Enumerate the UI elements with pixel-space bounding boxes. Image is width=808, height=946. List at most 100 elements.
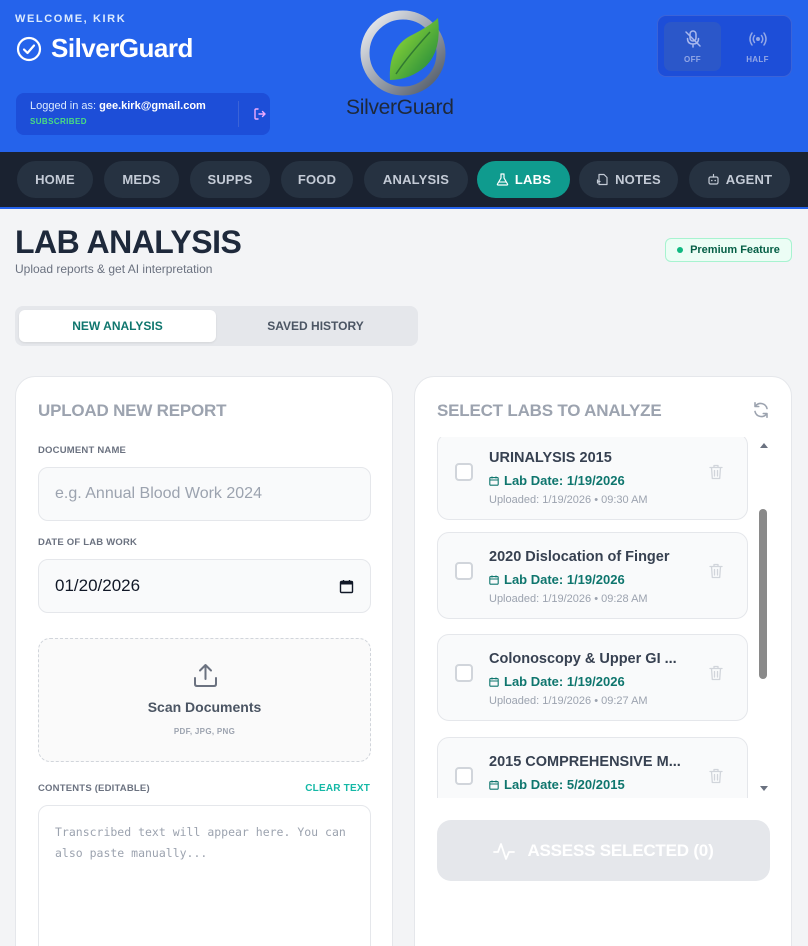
lab-checkbox[interactable] (455, 562, 473, 580)
bot-icon (708, 173, 719, 185)
list-item[interactable]: 2015 COMPREHENSIVE M... Lab Date: 5/20/2… (437, 737, 748, 798)
scrollbar-thumb[interactable] (759, 509, 767, 679)
upload-card: UPLOAD NEW REPORT DOCUMENT NAME e.g. Ann… (15, 376, 393, 946)
nav-analysis[interactable]: ANALYSIS (364, 161, 468, 198)
logout-icon[interactable] (253, 107, 267, 121)
nav-food[interactable]: FOOD (281, 161, 353, 198)
nav-labs-label: LABS (514, 172, 552, 187)
lab-date: Lab Date: 1/19/2026 (489, 473, 625, 488)
trash-icon[interactable] (709, 665, 723, 681)
list-item[interactable]: URINALYSIS 2015 Lab Date: 1/19/2026 Uplo… (437, 437, 748, 520)
mic-off-icon (684, 30, 701, 48)
trash-icon[interactable] (709, 768, 723, 784)
mode-off-label: OFF (684, 55, 701, 64)
lab-title: URINALYSIS 2015 (489, 450, 612, 466)
contents-label: CONTENTS (EDITABLE) (38, 783, 150, 794)
lab-uploaded: Uploaded: 1/19/2026 • 09:27 AM (489, 695, 648, 707)
list-item[interactable]: 2020 Dislocation of Finger Lab Date: 1/1… (437, 532, 748, 619)
nav-agent[interactable]: AGENT (689, 161, 790, 198)
scan-documents-dropzone[interactable]: Scan Documents PDF, JPG, PNG (38, 638, 371, 762)
contents-textarea[interactable]: Transcribed text will appear here. You c… (38, 805, 371, 946)
lab-date-label: DATE OF LAB WORK (38, 537, 138, 548)
calendar-icon (489, 780, 499, 790)
document-name-input[interactable]: e.g. Annual Blood Work 2024 (38, 467, 371, 521)
clear-text-button[interactable]: CLEAR TEXT (305, 783, 370, 794)
list-item[interactable]: Colonoscopy & Upper GI ... Lab Date: 1/1… (437, 634, 748, 721)
activity-icon (493, 842, 516, 860)
login-email: gee.kirk@gmail.com (99, 100, 206, 112)
calendar-icon[interactable] (339, 579, 354, 594)
brand-row: SilverGuard (16, 33, 193, 64)
lab-title: 2015 COMPREHENSIVE M... (489, 754, 681, 770)
brand-title: SilverGuard (51, 33, 193, 63)
welcome-text: WELCOME, KIRK (15, 13, 127, 25)
nav-labs[interactable]: LABS (477, 161, 570, 198)
broadcast-icon (748, 32, 767, 46)
mode-half-button[interactable]: HALF (729, 22, 786, 71)
lab-date: Lab Date: 5/20/2015 (489, 777, 625, 792)
audio-mode-toggle: OFF HALF (657, 15, 792, 77)
nav-notes-label: NOTES (615, 172, 661, 187)
lab-uploaded: Uploaded: 1/19/2026 • 09:28 AM (489, 593, 648, 605)
mode-off-button[interactable]: OFF (664, 22, 721, 71)
nav-agent-label: AGENT (725, 172, 773, 187)
login-text: Logged in as: gee.kirk@gmail.com (30, 100, 206, 112)
lab-date: Lab Date: 1/19/2026 (489, 572, 625, 587)
flask-icon (496, 173, 509, 186)
subscription-badge: SUBSCRIBED (30, 117, 87, 126)
page-title: LAB ANALYSIS (15, 224, 242, 260)
status-dot-icon (677, 247, 684, 253)
mode-half-label: HALF (746, 55, 769, 64)
premium-label: Premium Feature (690, 244, 780, 256)
nav-meds[interactable]: MEDS (104, 161, 179, 198)
lab-date-text: Lab Date: 5/20/2015 (504, 777, 625, 792)
lab-date-text: Lab Date: 1/19/2026 (504, 572, 625, 587)
main-nav: HOME MEDS SUPPS FOOD ANALYSIS LABS NOTES… (0, 152, 808, 209)
lab-checkbox[interactable] (455, 767, 473, 785)
analysis-tabs: NEW ANALYSIS SAVED HISTORY (15, 306, 418, 346)
login-info: Logged in as: gee.kirk@gmail.com SUBSCRI… (16, 93, 270, 135)
select-labs-card: SELECT LABS TO ANALYZE URINALYSIS 2015 L… (414, 376, 792, 946)
lab-date-value: 01/20/2026 (55, 576, 141, 595)
document-name-label: DOCUMENT NAME (38, 445, 127, 456)
calendar-icon (489, 677, 499, 687)
tab-new-analysis[interactable]: NEW ANALYSIS (19, 310, 216, 342)
tab-saved-history[interactable]: SAVED HISTORY (217, 310, 414, 342)
premium-badge: Premium Feature (665, 238, 792, 262)
app-header: WELCOME, KIRK SilverGuard Logged in as: … (0, 0, 808, 152)
trash-icon[interactable] (709, 464, 723, 480)
calendar-icon (489, 575, 499, 585)
lab-title: Colonoscopy & Upper GI ... (489, 651, 677, 667)
calendar-icon (489, 476, 499, 486)
nav-analysis-label: ANALYSIS (382, 172, 450, 187)
lab-checkbox[interactable] (455, 664, 473, 682)
lab-uploaded: Uploaded: 1/19/2026 • 09:30 AM (489, 494, 648, 506)
silverguard-logo-icon (360, 10, 446, 96)
scroll-up-arrow-icon[interactable] (760, 443, 768, 448)
lab-checkbox[interactable] (455, 463, 473, 481)
assess-selected-button[interactable]: ASSESS SELECTED (0) (437, 820, 770, 881)
logo-text: SilverGuard (346, 96, 454, 119)
nav-supps[interactable]: SUPPS (190, 161, 270, 198)
nav-home[interactable]: HOME (17, 161, 93, 198)
nav-notes[interactable]: NOTES (579, 161, 678, 198)
refresh-icon[interactable] (752, 401, 770, 419)
upload-icon (194, 664, 217, 687)
scan-formats: PDF, JPG, PNG (173, 727, 236, 736)
lab-date-input[interactable]: 01/20/2026 (38, 559, 371, 613)
lab-date-text: Lab Date: 1/19/2026 (504, 674, 625, 689)
notes-icon (596, 173, 608, 186)
scroll-down-arrow-icon[interactable] (760, 786, 768, 791)
upload-card-title: UPLOAD NEW REPORT (38, 401, 227, 420)
page-subtitle: Upload reports & get AI interpretation (15, 262, 213, 276)
lab-title: 2020 Dislocation of Finger (489, 549, 670, 565)
lab-date-text: Lab Date: 1/19/2026 (504, 473, 625, 488)
assess-selected-label: ASSESS SELECTED (0) (527, 840, 714, 860)
trash-icon[interactable] (709, 563, 723, 579)
lab-date: Lab Date: 1/19/2026 (489, 674, 625, 689)
labs-list[interactable]: URINALYSIS 2015 Lab Date: 1/19/2026 Uplo… (437, 437, 749, 798)
select-labs-title: SELECT LABS TO ANALYZE (437, 401, 662, 420)
nav-food-label: FOOD (297, 172, 337, 187)
scan-documents-title: Scan Documents (147, 699, 262, 715)
nav-home-label: HOME (35, 172, 75, 187)
